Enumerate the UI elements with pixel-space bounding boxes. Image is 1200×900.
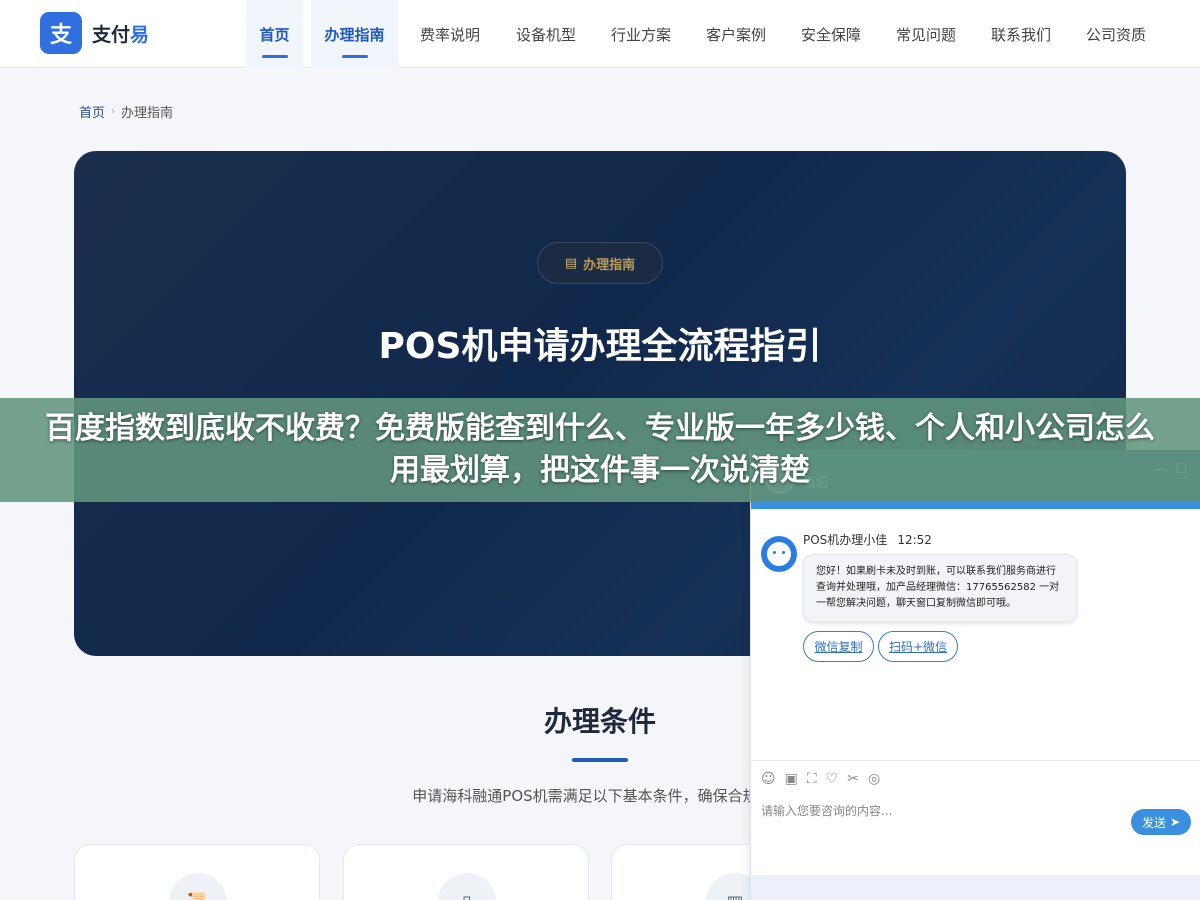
screenshot-icon[interactable]: ⛶: [807, 771, 817, 787]
nav-faq[interactable]: 常见问题: [896, 0, 956, 68]
hero-badge-label: 办理指南: [583, 257, 636, 273]
nav-contact[interactable]: 联系我们: [991, 0, 1051, 68]
logo-text: 支付易: [92, 20, 149, 47]
copy-wechat-button[interactable]: 微信复制: [803, 631, 874, 662]
wechat-icon[interactable]: ◎: [868, 771, 880, 787]
breadcrumb-separator-icon: ›: [111, 106, 116, 117]
logo-text-accent: 易: [130, 23, 150, 46]
rating-icon[interactable]: ♡: [826, 771, 839, 787]
nav-qualification[interactable]: 公司资质: [1086, 0, 1146, 68]
chat-composer: ☺ ▣ ⛶ ♡ ✂ ◎ 请输入您要咨询的内容... 发送 ➤: [751, 760, 1200, 875]
id-card-icon: ▯: [438, 873, 496, 900]
nav-cases[interactable]: 客户案例: [706, 0, 766, 68]
send-icon: ➤: [1169, 815, 1181, 829]
logo-text-main: 支付: [92, 23, 131, 46]
agent-avatar: [761, 536, 797, 572]
breadcrumb: 首页 › 办理指南: [79, 102, 173, 121]
nav-industry[interactable]: 行业方案: [611, 0, 671, 68]
section-divider: [572, 758, 628, 762]
emoji-icon[interactable]: ☺: [761, 771, 776, 787]
scan-wechat-button[interactable]: 扫码+微信: [878, 631, 958, 662]
agent-meta: POS机办理小佳 12:52: [803, 531, 932, 548]
message-bubble: 您好！如果刷卡未及时到账，可以联系我们服务商进行查询并处理哦，加产品经理微信：1…: [803, 554, 1077, 622]
hero-badge: ▤ 办理指南: [537, 242, 663, 284]
condition-card: 📜: [74, 844, 320, 900]
overlay-banner: 百度指数到底收不收费？免费版能查到什么、专业版一年多少钱、个人和小公司怎么用最划…: [0, 398, 1200, 502]
site-header: 支 支付易 首页 办理指南 费率说明 设备机型 行业方案 客户案例 安全保障 常…: [0, 0, 1200, 68]
condition-card: ▯: [343, 844, 589, 900]
chat-toolbar: ☺ ▣ ⛶ ♡ ✂ ◎: [761, 771, 880, 787]
clipboard-icon: ▤: [564, 255, 578, 271]
nav-security[interactable]: 安全保障: [801, 0, 861, 68]
chat-footer: [751, 875, 1200, 900]
message-time: 12:52: [897, 533, 932, 547]
main-nav: 首页 办理指南 费率说明 设备机型 行业方案 客户案例 安全保障 常见问题 联系…: [246, 0, 1146, 68]
nav-home[interactable]: 首页: [246, 0, 303, 68]
hero-title: POS机申请办理全流程指引: [378, 326, 822, 367]
document-icon: 📜: [169, 873, 227, 900]
logo-mark: 支: [40, 12, 82, 54]
banner-text: 百度指数到底收不收费？免费版能查到什么、专业版一年多少钱、个人和小公司怎么用最划…: [45, 411, 1155, 488]
breadcrumb-home[interactable]: 首页: [79, 102, 105, 121]
chat-widget: 售后 — ☐ POS机办理小佳12:52 您好！如果刷卡未及时到账，可以联系我们…: [750, 450, 1200, 900]
chat-input[interactable]: 请输入您要咨询的内容...: [761, 802, 892, 819]
nav-fees[interactable]: 费率说明: [420, 0, 480, 68]
cut-icon[interactable]: ✂: [847, 771, 859, 787]
send-label: 发送: [1141, 815, 1166, 830]
nav-guide[interactable]: 办理指南: [311, 0, 398, 68]
logo[interactable]: 支 支付易: [40, 12, 149, 54]
nav-devices[interactable]: 设备机型: [516, 0, 576, 68]
breadcrumb-current: 办理指南: [121, 106, 174, 121]
agent-name: POS机办理小佳: [803, 533, 888, 547]
chat-accent-strip: [751, 502, 1200, 509]
send-button[interactable]: 发送 ➤: [1131, 809, 1191, 835]
image-icon[interactable]: ▣: [785, 771, 798, 787]
